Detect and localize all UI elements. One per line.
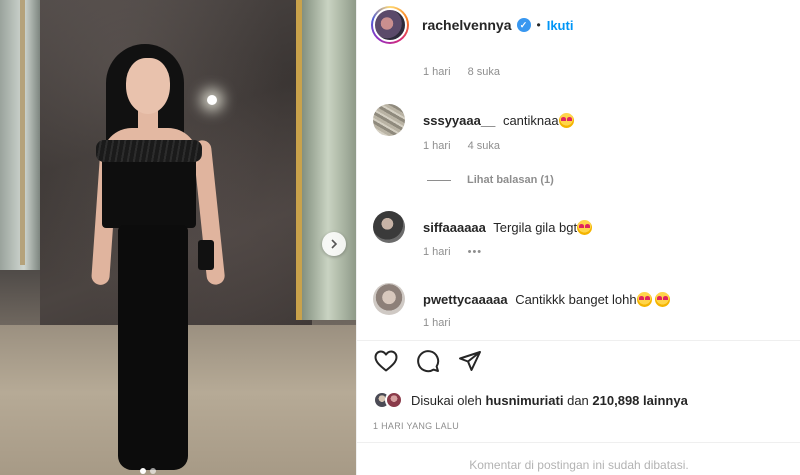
comment-item: pwettycaaaaa Cantikkk banget lohh: [373, 283, 671, 315]
post-photo[interactable]: [0, 0, 356, 475]
author-avatar[interactable]: [371, 6, 409, 44]
post-actions: [373, 348, 483, 374]
comment-time: 1 hari: [423, 140, 451, 152]
comment-likes[interactable]: 4 suka: [468, 140, 500, 152]
post-header: rachelvennya ✓ • Ikuti: [357, 0, 800, 50]
photo-frame-left: [20, 0, 25, 265]
send-icon: [459, 351, 481, 371]
photo-window-right: [300, 0, 356, 320]
comment-icon: [417, 350, 440, 373]
verified-badge-icon: ✓: [516, 18, 531, 32]
likes-prefix: Disukai oleh: [411, 392, 482, 408]
post-date[interactable]: 1 HARI YANG LALU: [373, 421, 459, 431]
carousel-dots: [140, 468, 156, 474]
comment-body: Cantikkk banget lohh: [515, 291, 637, 307]
heart-eyes-emoji-icon: [577, 219, 593, 235]
commenter-avatar[interactable]: [373, 283, 405, 315]
likes-middle: dan: [567, 392, 589, 408]
comment-item: sssyyaaa__ cantiknaa: [373, 104, 574, 136]
share-button[interactable]: [457, 348, 483, 374]
comment-body: cantiknaa: [502, 112, 559, 128]
comment-text: siffaaaaaa Tergila gila bgt: [423, 219, 593, 235]
heart-eyes-emoji-icon: [636, 291, 652, 307]
header-separator: •: [536, 18, 541, 32]
comment-text: sssyyaaa__ cantiknaa: [423, 112, 574, 128]
commenter-username[interactable]: siffaaaaaa: [423, 220, 486, 235]
heart-eyes-emoji-icon: [558, 112, 574, 128]
comment-options-icon[interactable]: •••: [468, 246, 483, 258]
commenter-avatar[interactable]: [373, 211, 405, 243]
likes-count[interactable]: 210,898 lainnya: [592, 393, 687, 408]
replies-line: [427, 179, 451, 181]
comments-limited-notice: Komentar di postingan ini sudah dibatasi…: [469, 458, 689, 472]
comment-text: pwettycaaaaa Cantikkk banget lohh: [423, 291, 671, 307]
commenter-avatar[interactable]: [373, 104, 405, 136]
likes-summary: Disukai oleh husnimuriati dan 210,898 la…: [373, 391, 688, 409]
comment-time: 1 hari: [423, 66, 451, 78]
comment-meta: 1 hari 4 suka: [423, 140, 514, 152]
view-replies-button[interactable]: Lihat balasan (1): [427, 174, 554, 186]
likes-text: Disukai oleh husnimuriati dan 210,898 la…: [411, 393, 688, 408]
comment-meta: 1 hari 8 suka: [423, 66, 514, 78]
actions-divider: [357, 340, 800, 341]
author-username[interactable]: rachelvennya: [422, 17, 512, 33]
comment-button[interactable]: [415, 348, 441, 374]
commenter-username[interactable]: pwettycaaaaa: [423, 292, 508, 307]
heart-icon: [374, 350, 398, 372]
post-details-panel: rachelvennya ✓ • Ikuti 1 hari 8 suka sss…: [356, 0, 800, 475]
carousel-dot-active: [140, 468, 146, 474]
view-replies-label: Lihat balasan (1): [467, 174, 554, 186]
comment-likes[interactable]: 8 suka: [468, 66, 500, 78]
comment-meta: 1 hari: [423, 317, 465, 329]
footer-divider: [357, 442, 800, 443]
heart-eyes-emoji-icon: [655, 291, 671, 307]
chevron-right-icon: [331, 239, 338, 249]
photo-person: [88, 40, 238, 475]
commenter-username[interactable]: sssyyaaa__: [423, 113, 495, 128]
carousel-next-button[interactable]: [322, 232, 346, 256]
comment-item: siffaaaaaa Tergila gila bgt: [373, 211, 593, 243]
comment-body: Tergila gila bgt: [493, 219, 578, 235]
carousel-dot: [150, 468, 156, 474]
comment-time: 1 hari: [423, 317, 451, 329]
follow-button[interactable]: Ikuti: [547, 18, 574, 33]
liker-username[interactable]: husnimuriati: [485, 393, 563, 408]
liker-avatar[interactable]: [385, 391, 403, 409]
comment-time: 1 hari: [423, 246, 451, 258]
like-button[interactable]: [373, 348, 399, 374]
comment-meta: 1 hari •••: [423, 246, 496, 258]
photo-frame-right: [296, 0, 302, 320]
